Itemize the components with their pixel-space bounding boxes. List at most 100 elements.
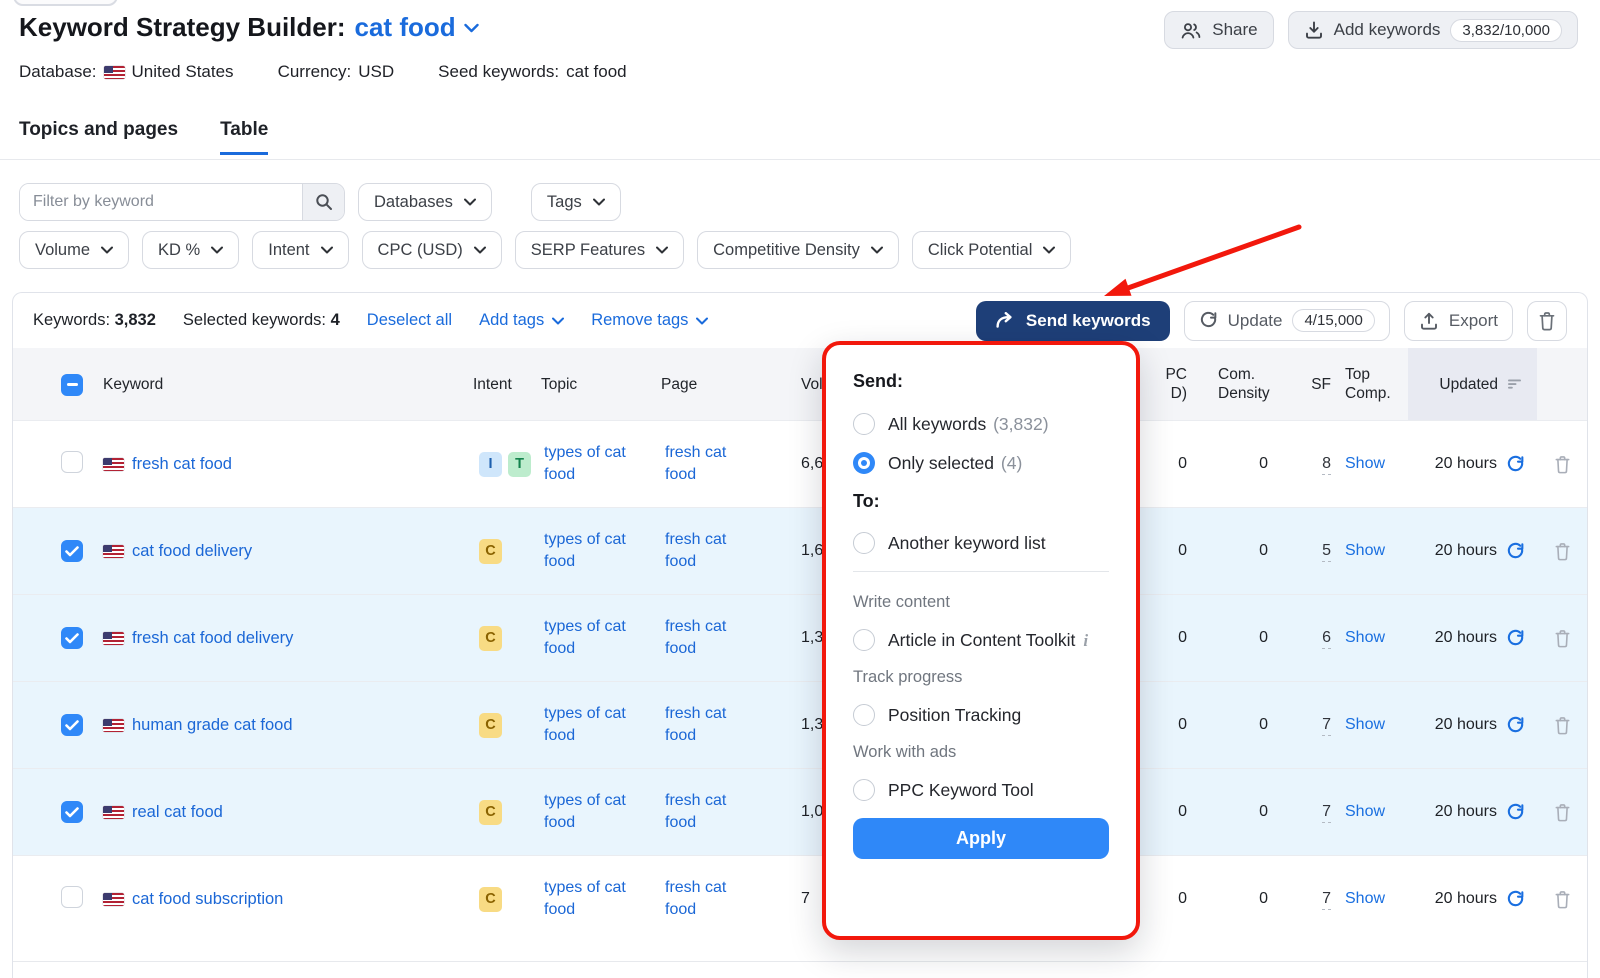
serp-features-count[interactable]: 6: [1322, 629, 1331, 649]
refresh-icon[interactable]: [1506, 542, 1525, 561]
table-row: human grade cat food C types of cat food…: [13, 681, 1587, 768]
filter-competitive-density[interactable]: Competitive Density: [697, 231, 899, 269]
refresh-icon[interactable]: [1506, 629, 1525, 648]
add-keywords-button[interactable]: Add keywords 3,832/10,000: [1288, 11, 1578, 49]
info-icon[interactable]: i: [1083, 631, 1088, 650]
keyword-link[interactable]: cat food delivery: [132, 542, 252, 561]
topic-link[interactable]: types of cat food: [544, 703, 634, 747]
filter-databases[interactable]: Databases: [358, 183, 492, 221]
radio-button[interactable]: [853, 532, 875, 554]
show-top-competitors-link[interactable]: Show: [1345, 890, 1385, 907]
destination-option-ppc-keyword-tool[interactable]: PPC Keyword Tool: [853, 779, 1109, 801]
topic-link[interactable]: types of cat food: [544, 442, 634, 486]
share-button[interactable]: Share: [1164, 11, 1273, 49]
keyword-filter-input[interactable]: [20, 184, 302, 220]
filter-kd-[interactable]: KD %: [142, 231, 239, 269]
page-link[interactable]: fresh cat food: [665, 529, 747, 573]
column-header-updated[interactable]: Updated: [1408, 348, 1537, 420]
column-header-keyword[interactable]: Keyword: [85, 375, 473, 394]
column-header-top-competitors[interactable]: TopComp.: [1333, 365, 1408, 403]
row-checkbox[interactable]: [61, 627, 83, 649]
serp-features-count[interactable]: 7: [1322, 890, 1331, 910]
radio-button[interactable]: [853, 704, 875, 726]
remove-tags-dropdown[interactable]: Remove tags: [591, 311, 708, 330]
keyword-link[interactable]: real cat food: [132, 803, 223, 822]
row-checkbox[interactable]: [61, 714, 83, 736]
filter-serp-features[interactable]: SERP Features: [515, 231, 684, 269]
filter-cpc-usd-[interactable]: CPC (USD): [362, 231, 502, 269]
deselect-all-link[interactable]: Deselect all: [367, 311, 452, 330]
radio-button[interactable]: [853, 779, 875, 801]
select-all-checkbox[interactable]: [61, 374, 83, 396]
filter-volume[interactable]: Volume: [19, 231, 129, 269]
column-header-competitive-density[interactable]: Com.Density: [1193, 365, 1298, 403]
add-tags-dropdown[interactable]: Add tags: [479, 311, 564, 330]
topic-link[interactable]: types of cat food: [544, 529, 634, 573]
page-link[interactable]: fresh cat food: [665, 442, 747, 486]
trash-icon[interactable]: [1554, 890, 1571, 909]
apply-button[interactable]: Apply: [853, 818, 1109, 859]
row-checkbox[interactable]: [61, 886, 83, 908]
refresh-icon[interactable]: [1506, 890, 1525, 909]
column-header-page[interactable]: Page: [661, 375, 781, 394]
keyword-link[interactable]: fresh cat food delivery: [132, 629, 293, 648]
keyword-link[interactable]: fresh cat food: [132, 455, 232, 474]
topic-link[interactable]: types of cat food: [544, 616, 634, 660]
show-top-competitors-link[interactable]: Show: [1345, 542, 1385, 559]
to-option-another-keyword-list[interactable]: Another keyword list: [853, 532, 1109, 554]
destination-option-position-tracking[interactable]: Position Tracking: [853, 704, 1109, 726]
refresh-icon[interactable]: [1506, 803, 1525, 822]
show-top-competitors-link[interactable]: Show: [1345, 716, 1385, 733]
export-button[interactable]: Export: [1404, 301, 1513, 341]
column-header-intent[interactable]: Intent: [473, 375, 541, 394]
trash-icon[interactable]: [1554, 629, 1571, 648]
show-top-competitors-link[interactable]: Show: [1345, 629, 1385, 646]
serp-features-count[interactable]: 8: [1322, 455, 1331, 475]
row-checkbox[interactable]: [61, 540, 83, 562]
row-checkbox[interactable]: [61, 451, 83, 473]
competitive-density-value: 0: [1193, 716, 1298, 734]
destination-option-article-in-content-toolkit[interactable]: Article in Content Toolkiti: [853, 629, 1109, 651]
filter-tags[interactable]: Tags: [531, 183, 621, 221]
topic-link[interactable]: types of cat food: [544, 790, 634, 834]
send-option-only-selected[interactable]: Only selected (4): [853, 452, 1109, 474]
keyword-link[interactable]: human grade cat food: [132, 716, 293, 735]
filter-intent[interactable]: Intent: [252, 231, 348, 269]
column-header-topic[interactable]: Topic: [541, 375, 661, 394]
radio-button[interactable]: [853, 629, 875, 651]
search-button[interactable]: [302, 184, 344, 220]
intent-badge-c: C: [479, 800, 502, 825]
page-link[interactable]: fresh cat food: [665, 790, 747, 834]
show-top-competitors-link[interactable]: Show: [1345, 803, 1385, 820]
send-keywords-button[interactable]: Send keywords: [976, 301, 1170, 341]
serp-features-count[interactable]: 5: [1322, 542, 1331, 562]
refresh-icon[interactable]: [1506, 455, 1525, 474]
intent-badge-c: C: [479, 887, 502, 912]
page-link[interactable]: fresh cat food: [665, 703, 747, 747]
serp-features-count[interactable]: 7: [1322, 803, 1331, 823]
column-header-serp-features[interactable]: SF: [1298, 375, 1333, 394]
project-keyword-dropdown[interactable]: cat food: [355, 12, 479, 43]
radio-button[interactable]: [853, 452, 875, 474]
trash-icon[interactable]: [1554, 455, 1571, 474]
table-toolbar: Keywords: 3,832 Selected keywords: 4 Des…: [13, 293, 1587, 348]
tab-topics-and-pages[interactable]: Topics and pages: [19, 119, 178, 155]
radio-button[interactable]: [853, 413, 875, 435]
keyword-link[interactable]: cat food subscription: [132, 890, 283, 909]
delete-list-button[interactable]: [1527, 301, 1567, 341]
trash-icon[interactable]: [1554, 542, 1571, 561]
tab-table[interactable]: Table: [220, 119, 268, 155]
page-link[interactable]: fresh cat food: [665, 877, 747, 921]
row-checkbox[interactable]: [61, 801, 83, 823]
send-option-all-keywords[interactable]: All keywords (3,832): [853, 413, 1109, 435]
trash-icon[interactable]: [1554, 716, 1571, 735]
topic-link[interactable]: types of cat food: [544, 877, 634, 921]
refresh-icon[interactable]: [1506, 716, 1525, 735]
serp-features-count[interactable]: 7: [1322, 716, 1331, 736]
filter-click-potential[interactable]: Click Potential: [912, 231, 1072, 269]
trash-icon[interactable]: [1554, 803, 1571, 822]
page-link[interactable]: fresh cat food: [665, 616, 747, 660]
keyword-filter: [19, 183, 345, 221]
update-button[interactable]: Update 4/15,000: [1184, 301, 1390, 341]
show-top-competitors-link[interactable]: Show: [1345, 455, 1385, 472]
